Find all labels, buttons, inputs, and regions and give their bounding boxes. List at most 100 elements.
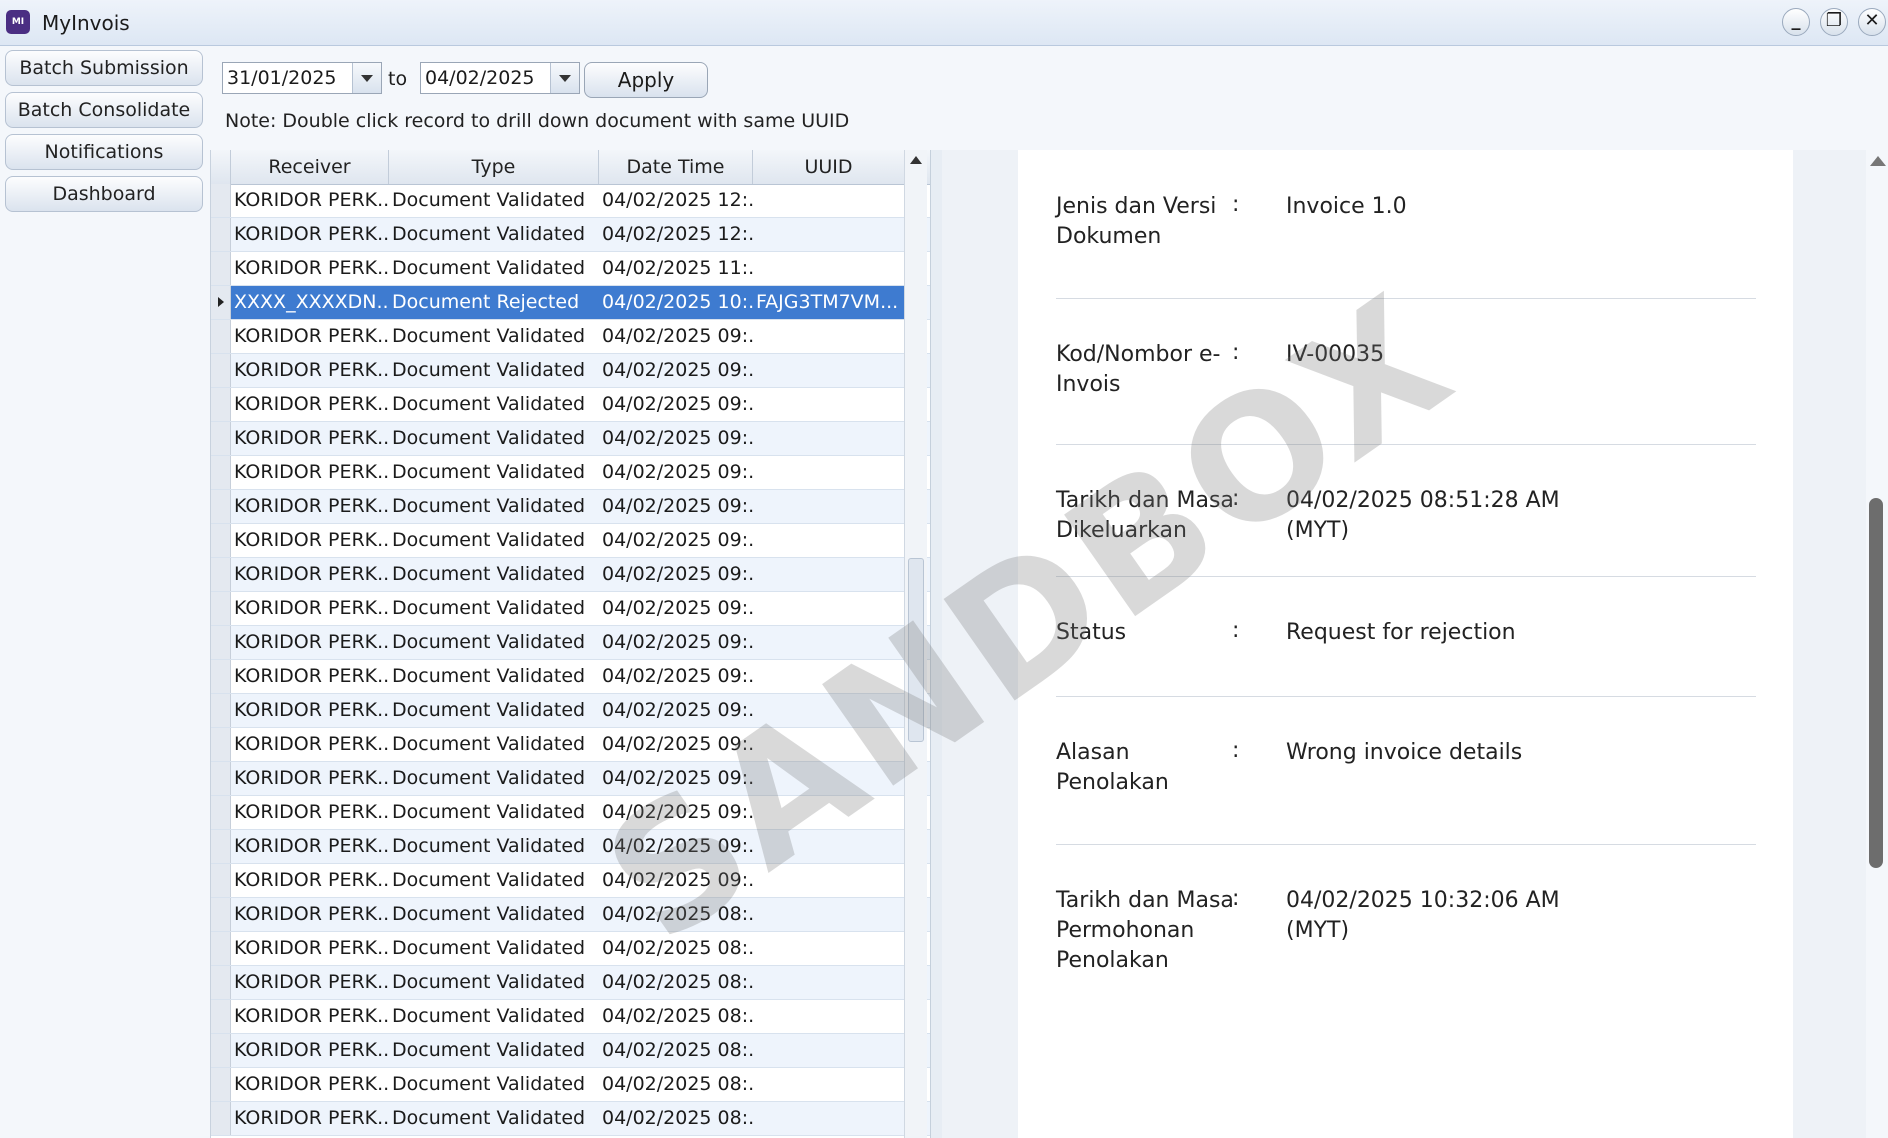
cell-receiver[interactable]: KORIDOR PERK... (231, 694, 389, 727)
row-indicator[interactable] (211, 490, 231, 523)
scroll-up-icon[interactable] (910, 156, 922, 164)
cell-receiver[interactable]: KORIDOR PERK... (231, 762, 389, 795)
cell-date-time[interactable]: 04/02/2025 09:... (599, 354, 753, 387)
cell-date-time[interactable]: 04/02/2025 10:... (599, 286, 753, 319)
table-row[interactable]: KORIDOR PERK... Document Validated 04/02/2… (211, 592, 931, 626)
table-row[interactable]: KORIDOR PERK... Document Validated 04/02/2… (211, 728, 931, 762)
cell-uuid[interactable] (753, 252, 905, 285)
cell-uuid[interactable] (753, 660, 905, 693)
row-indicator[interactable] (211, 286, 231, 319)
cell-receiver[interactable]: KORIDOR PERK... (231, 1000, 389, 1033)
cell-uuid[interactable] (753, 422, 905, 455)
cell-type[interactable]: Document Validated (389, 320, 599, 353)
cell-type[interactable]: Document Validated (389, 490, 599, 523)
cell-uuid[interactable] (753, 626, 905, 659)
table-row[interactable]: KORIDOR PERK... Document Validated 04/02/2… (211, 864, 931, 898)
apply-button[interactable]: Apply (584, 62, 708, 98)
cell-type[interactable]: Document Validated (389, 830, 599, 863)
table-row[interactable]: KORIDOR PERK... Document Validated 04/02/2… (211, 660, 931, 694)
cell-uuid[interactable] (753, 456, 905, 489)
row-indicator[interactable] (211, 252, 231, 285)
cell-type[interactable]: Document Validated (389, 728, 599, 761)
cell-type[interactable]: Document Validated (389, 864, 599, 897)
cell-date-time[interactable]: 04/02/2025 08:... (599, 1068, 753, 1101)
date-from-value[interactable]: 31/01/2025 (227, 67, 337, 89)
detail-scroll-thumb[interactable] (1869, 498, 1883, 868)
cell-type[interactable]: Document Validated (389, 1034, 599, 1067)
maximize-button[interactable]: ❐ (1820, 8, 1848, 36)
cell-receiver[interactable]: KORIDOR PERK... (231, 320, 389, 353)
cell-date-time[interactable]: 04/02/2025 11:... (599, 252, 753, 285)
date-to-value[interactable]: 04/02/2025 (425, 67, 535, 89)
cell-type[interactable]: Document Validated (389, 796, 599, 829)
cell-type[interactable]: Document Validated (389, 456, 599, 489)
cell-date-time[interactable]: 04/02/2025 09:... (599, 422, 753, 455)
cell-date-time[interactable]: 04/02/2025 09:... (599, 320, 753, 353)
cell-uuid[interactable] (753, 1068, 905, 1101)
cell-uuid[interactable] (753, 762, 905, 795)
table-row[interactable]: KORIDOR PERK... Document Validated 04/02/2… (211, 422, 931, 456)
cell-type[interactable]: Document Validated (389, 932, 599, 965)
cell-receiver[interactable]: KORIDOR PERK... (231, 388, 389, 421)
cell-receiver[interactable]: KORIDOR PERK... (231, 1102, 389, 1135)
table-row[interactable]: KORIDOR PERK... Document Validated 04/02/2… (211, 626, 931, 660)
cell-receiver[interactable]: KORIDOR PERK... (231, 830, 389, 863)
cell-receiver[interactable]: KORIDOR PERK... (231, 422, 389, 455)
cell-receiver[interactable]: KORIDOR PERK... (231, 966, 389, 999)
table-row[interactable]: XXXX_XXXXDN... Document Rejected 04/02/202… (211, 286, 931, 320)
cell-receiver[interactable]: KORIDOR PERK... (231, 1068, 389, 1101)
cell-date-time[interactable]: 04/02/2025 09:... (599, 728, 753, 761)
cell-uuid[interactable] (753, 728, 905, 761)
cell-uuid[interactable] (753, 184, 905, 217)
table-row[interactable]: KORIDOR PERK... Document Validated 04/02/2… (211, 1034, 931, 1068)
cell-receiver[interactable]: KORIDOR PERK... (231, 490, 389, 523)
cell-uuid[interactable] (753, 966, 905, 999)
cell-uuid[interactable] (753, 490, 905, 523)
cell-receiver[interactable]: KORIDOR PERK... (231, 252, 389, 285)
row-indicator[interactable] (211, 422, 231, 455)
table-row[interactable]: KORIDOR PERK... Document Validated 04/02/2… (211, 558, 931, 592)
row-indicator[interactable] (211, 558, 231, 591)
cell-date-time[interactable]: 04/02/2025 12:... (599, 218, 753, 251)
table-row[interactable]: KORIDOR PERK... Document Validated 04/02/2… (211, 354, 931, 388)
cell-uuid[interactable] (753, 1102, 905, 1135)
batch-consolidate-button[interactable]: Batch Consolidate (5, 92, 203, 128)
row-indicator[interactable] (211, 320, 231, 353)
row-indicator[interactable] (211, 626, 231, 659)
cell-receiver[interactable]: KORIDOR PERK... (231, 932, 389, 965)
cell-uuid[interactable] (753, 932, 905, 965)
cell-date-time[interactable]: 04/02/2025 09:... (599, 660, 753, 693)
cell-receiver[interactable]: XXXX_XXXXDN... (231, 286, 389, 319)
cell-date-time[interactable]: 04/02/2025 09:... (599, 762, 753, 795)
row-indicator[interactable] (211, 218, 231, 251)
table-row[interactable]: KORIDOR PERK... Document Validated 04/02/2… (211, 184, 931, 218)
table-row[interactable]: KORIDOR PERK... Document Validated 04/02/2… (211, 932, 931, 966)
row-indicator[interactable] (211, 1102, 231, 1135)
cell-date-time[interactable]: 04/02/2025 08:... (599, 1000, 753, 1033)
row-indicator[interactable] (211, 660, 231, 693)
detail-scroll-up-icon[interactable] (1870, 156, 1886, 166)
date-from-dropdown-icon[interactable] (352, 63, 381, 93)
cell-receiver[interactable]: KORIDOR PERK... (231, 218, 389, 251)
row-indicator[interactable] (211, 592, 231, 625)
cell-uuid[interactable] (753, 796, 905, 829)
cell-type[interactable]: Document Validated (389, 660, 599, 693)
row-indicator[interactable] (211, 864, 231, 897)
row-indicator[interactable] (211, 762, 231, 795)
cell-type[interactable]: Document Validated (389, 1068, 599, 1101)
table-row[interactable]: KORIDOR PERK... Document Validated 04/02/2… (211, 456, 931, 490)
cell-uuid[interactable] (753, 1034, 905, 1067)
cell-type[interactable]: Document Validated (389, 762, 599, 795)
cell-receiver[interactable]: KORIDOR PERK... (231, 456, 389, 489)
close-button[interactable]: ✕ (1858, 8, 1886, 36)
row-indicator[interactable] (211, 830, 231, 863)
cell-date-time[interactable]: 04/02/2025 09:... (599, 524, 753, 557)
cell-uuid[interactable]: FAJG3TM7VM... (753, 286, 905, 319)
notifications-button[interactable]: Notifications (5, 134, 203, 170)
row-indicator[interactable] (211, 694, 231, 727)
cell-date-time[interactable]: 04/02/2025 08:... (599, 1102, 753, 1135)
cell-uuid[interactable] (753, 320, 905, 353)
table-row[interactable]: KORIDOR PERK... Document Validated 04/02/2… (211, 898, 931, 932)
cell-receiver[interactable]: KORIDOR PERK... (231, 898, 389, 931)
cell-date-time[interactable]: 04/02/2025 08:... (599, 1034, 753, 1067)
